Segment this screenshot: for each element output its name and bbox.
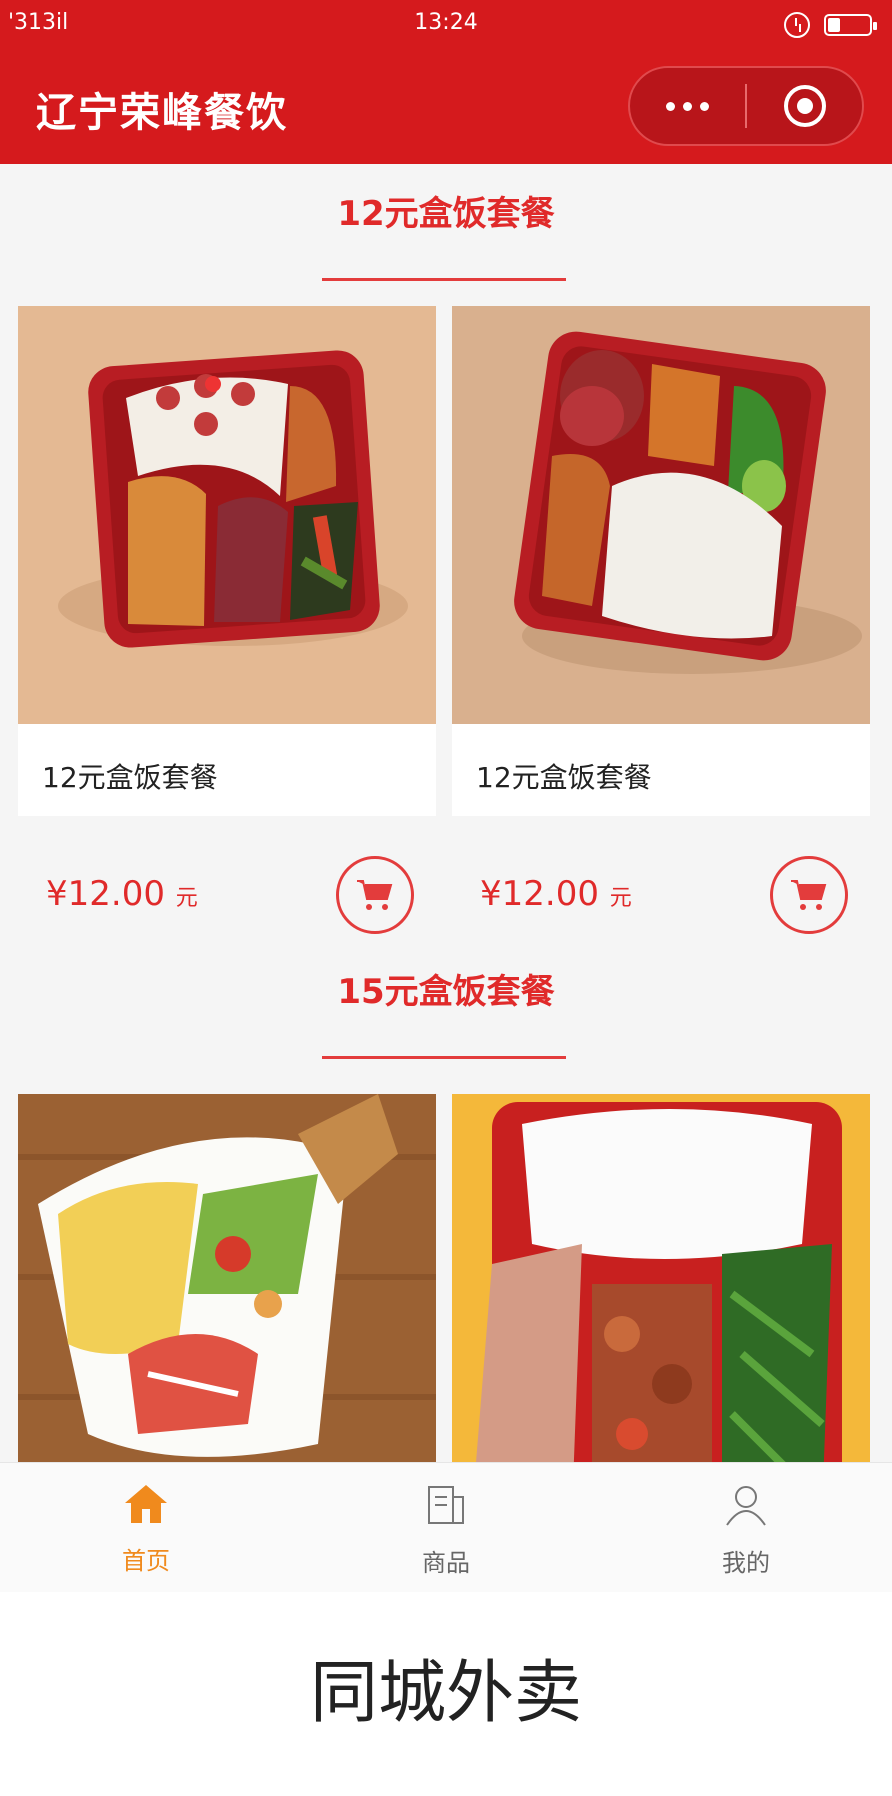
alarm-icon <box>784 12 810 38</box>
product-image[interactable] <box>18 1094 436 1462</box>
add-to-cart-button[interactable] <box>336 856 414 934</box>
product-card[interactable] <box>18 1094 436 1462</box>
main-content[interactable]: 12元盒饭套餐 12元盒饭套餐 ¥12.00 元 12元盒饭套餐 ¥12.00 … <box>0 164 892 1462</box>
home-icon <box>125 1485 167 1523</box>
clock: 13:24 <box>414 10 478 35</box>
miniprogram-capsule <box>628 66 864 146</box>
status-bar: '313il 13:24 <box>0 10 892 40</box>
price-unit: 元 <box>175 886 198 911</box>
section-title: 15元盒饭套餐 <box>337 972 555 1012</box>
section-underline <box>322 1056 566 1059</box>
product-card[interactable]: 12元盒饭套餐 ¥12.00 元 <box>18 306 436 934</box>
battery-icon <box>824 14 877 36</box>
app-header: '313il 13:24 辽宁荣峰餐饮 <box>0 0 892 164</box>
more-menu-button[interactable] <box>630 101 745 111</box>
cart-icon <box>357 880 393 910</box>
product-price: ¥12.00 元 <box>480 874 632 914</box>
page-title: 辽宁荣峰餐饮 <box>36 90 288 136</box>
price-value: ¥12.00 <box>480 874 599 914</box>
cart-icon <box>791 880 827 910</box>
bottom-tab-bar: 首页 商品 我的 <box>0 1462 892 1592</box>
promo-caption: 同城外卖 <box>0 1592 892 1796</box>
product-image[interactable] <box>452 306 870 724</box>
tab-goods[interactable]: 商品 <box>346 1483 546 1578</box>
tab-label: 我的 <box>722 1549 770 1577</box>
tab-label: 首页 <box>122 1547 170 1575</box>
section-title: 12元盒饭套餐 <box>337 194 555 234</box>
price-unit: 元 <box>609 886 632 911</box>
section-underline <box>322 278 566 281</box>
target-icon <box>783 85 826 127</box>
tab-profile[interactable]: 我的 <box>646 1483 846 1578</box>
goods-icon <box>428 1486 464 1524</box>
add-to-cart-button[interactable] <box>770 856 848 934</box>
dot-icon <box>666 101 675 111</box>
product-card[interactable] <box>452 1094 870 1462</box>
close-miniprogram-button[interactable] <box>747 85 862 127</box>
product-name: 12元盒饭套餐 <box>42 761 218 794</box>
product-name: 12元盒饭套餐 <box>476 761 652 794</box>
status-icons <box>784 12 877 38</box>
dot-icon <box>683 101 692 111</box>
dot-icon <box>700 101 709 111</box>
tab-label: 商品 <box>422 1549 470 1577</box>
product-price: ¥12.00 元 <box>46 874 198 914</box>
tab-home[interactable]: 首页 <box>46 1483 246 1576</box>
product-image[interactable] <box>18 306 436 724</box>
product-card[interactable]: 12元盒饭套餐 ¥12.00 元 <box>452 306 870 934</box>
user-icon <box>726 1486 766 1526</box>
product-image[interactable] <box>452 1094 870 1462</box>
price-value: ¥12.00 <box>46 874 165 914</box>
